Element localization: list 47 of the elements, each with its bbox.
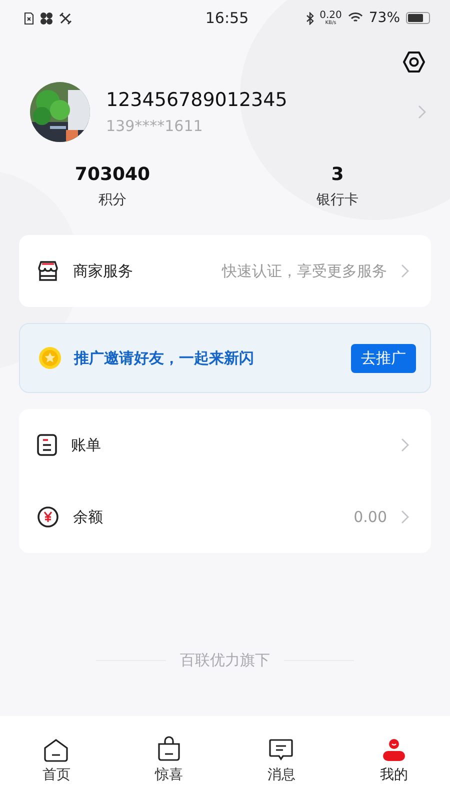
- chevron-icon: [401, 510, 409, 524]
- tab[interactable]: 首页: [0, 734, 112, 800]
- network-speed: 0.20: [320, 10, 342, 20]
- promo-text: 推广邀请好友，一起来新闪: [74, 348, 255, 368]
- footer-text: 百联优力旗下: [180, 651, 270, 670]
- phone-number: 139****1611: [106, 117, 204, 135]
- shop-icon: [37, 261, 59, 281]
- shopping-bag-icon: [156, 736, 182, 762]
- merchant-label: 商家服务: [73, 262, 134, 280]
- sim-card-icon: [24, 12, 34, 24]
- menu-label: 余额: [73, 508, 104, 526]
- battery-icon: [406, 12, 430, 24]
- merchant-service-row[interactable]: 商家服务 快速认证，享受更多服务: [19, 235, 431, 307]
- chevron-icon: [401, 438, 409, 452]
- tab-label: 惊喜: [154, 766, 183, 784]
- tab-label: 首页: [42, 766, 70, 784]
- tab[interactable]: 消息: [225, 734, 338, 800]
- tab-label: 我的: [380, 766, 408, 784]
- yuan-icon: [37, 506, 59, 528]
- tools-icon: [59, 12, 72, 24]
- tab-label: 消息: [267, 766, 296, 784]
- stat-value: 3: [331, 164, 344, 185]
- battery-percent: 73%: [368, 10, 400, 26]
- stat-label: 银行卡: [316, 191, 358, 209]
- chevron-icon: [401, 264, 409, 278]
- menu-row[interactable]: 余额 0.00: [19, 481, 431, 553]
- coin-icon: [38, 346, 62, 370]
- menu-label: 账单: [71, 436, 102, 454]
- stat-value: 703040: [74, 164, 150, 185]
- merchant-hint: 快速认证，享受更多服务: [222, 262, 387, 280]
- home-icon: [43, 738, 70, 762]
- stat-label: 积分: [98, 191, 126, 209]
- user-name: 123456789012345: [106, 89, 288, 111]
- chevron-icon: [418, 105, 426, 119]
- menu-row[interactable]: 账单: [19, 409, 431, 481]
- menu-value: 0.00: [354, 508, 387, 526]
- bill-icon: [37, 434, 57, 456]
- fan-icon: [40, 12, 53, 24]
- tab[interactable]: 惊喜: [112, 734, 225, 800]
- status-time: 16:55: [205, 9, 249, 27]
- person-icon: [382, 738, 406, 762]
- wifi-icon: [348, 12, 363, 24]
- tab[interactable]: 我的: [338, 734, 450, 800]
- settings-icon[interactable]: [402, 50, 426, 74]
- promote-button[interactable]: 去推广: [351, 344, 416, 372]
- message-icon: [268, 738, 294, 762]
- bluetooth-icon: [306, 12, 314, 24]
